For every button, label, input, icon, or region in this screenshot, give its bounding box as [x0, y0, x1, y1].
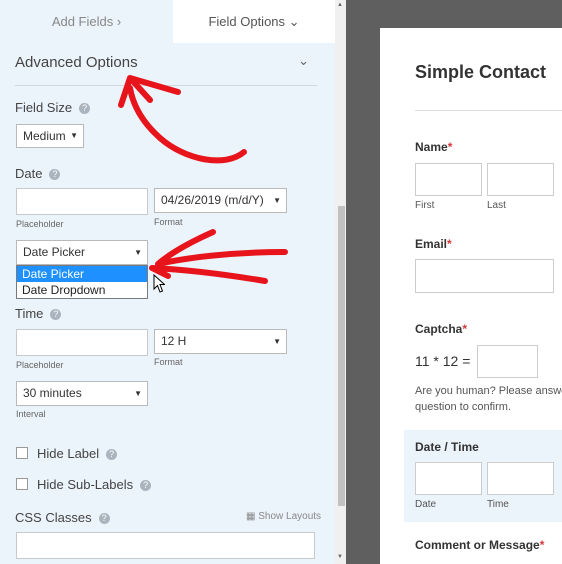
arrow-dropdown-shaft	[155, 229, 288, 267]
annotation-arrows	[118, 75, 288, 284]
arrow-dropdown-head	[149, 265, 268, 284]
